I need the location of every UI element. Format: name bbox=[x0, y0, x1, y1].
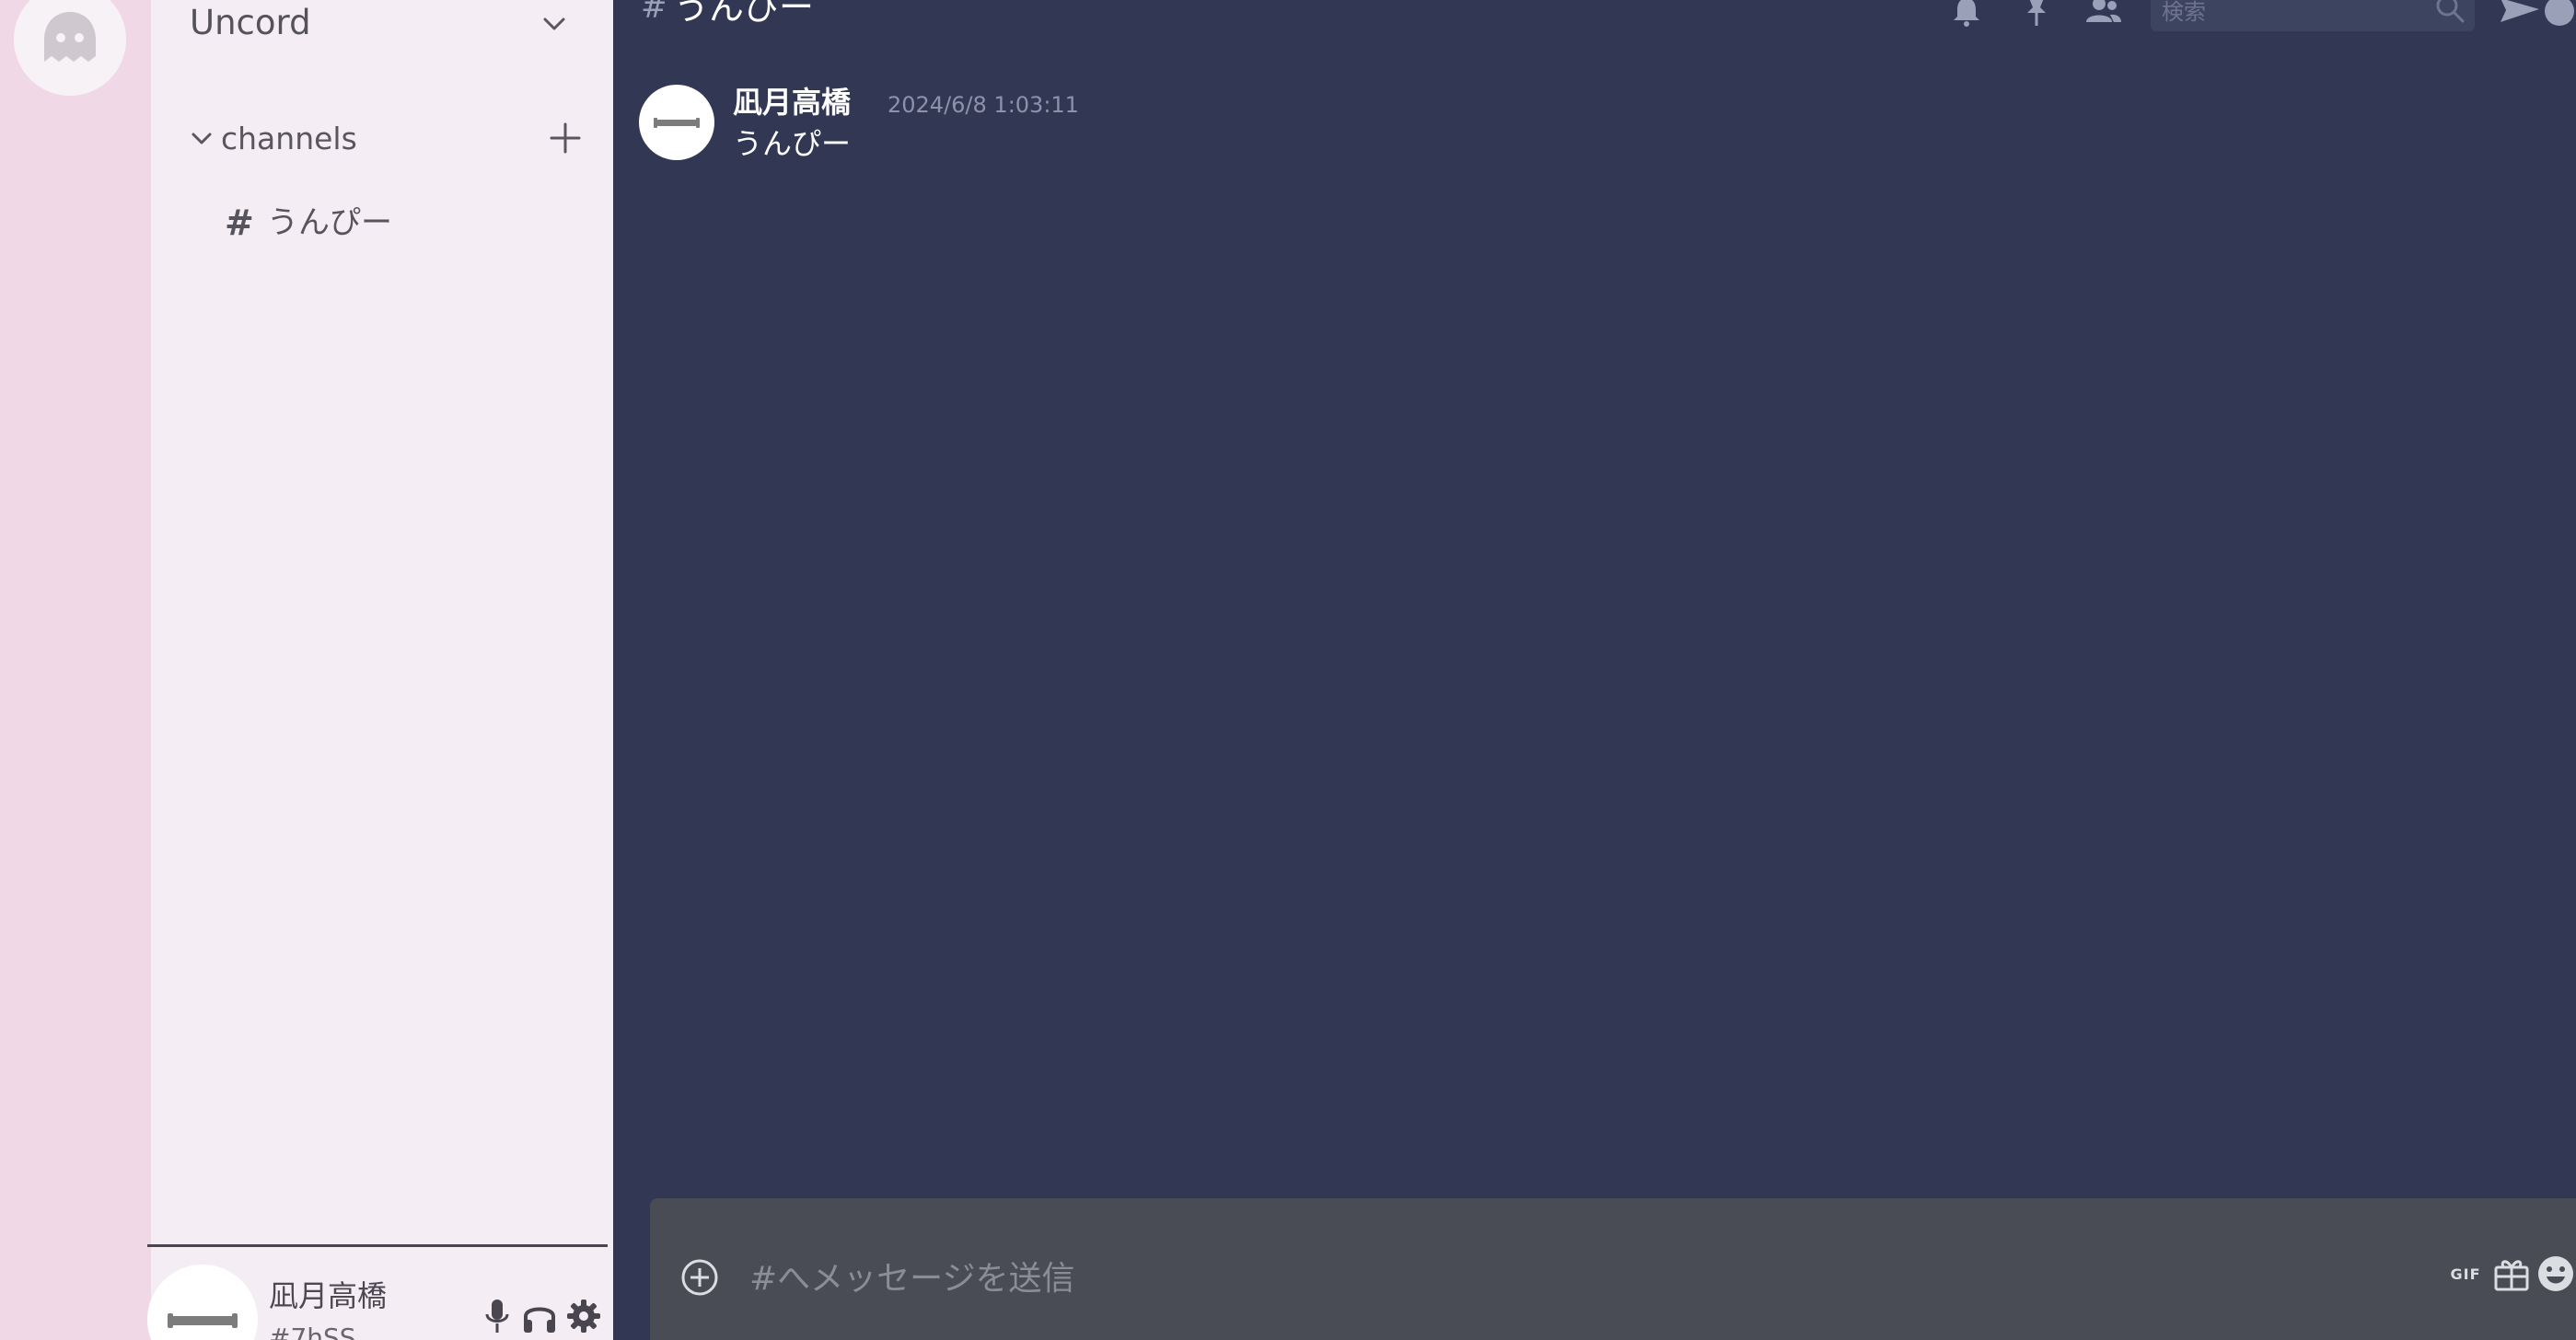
send-icon bbox=[2501, 0, 2539, 22]
gift-icon bbox=[2494, 1260, 2529, 1291]
sidebar-item-channel[interactable]: # うんぴー bbox=[215, 195, 584, 250]
mute-button[interactable] bbox=[477, 1296, 517, 1336]
message-composer: GIF bbox=[650, 1198, 2576, 1340]
user-name: 凪月高橋 bbox=[269, 1278, 388, 1313]
server-rail bbox=[0, 0, 151, 1340]
message-timestamp: 2024/6/8 1:03:11 bbox=[888, 92, 1079, 118]
hash-icon: # bbox=[641, 0, 667, 26]
channel-name: うんぴー bbox=[267, 204, 392, 241]
smile-icon bbox=[2538, 1256, 2573, 1291]
help-icon bbox=[2545, 0, 2574, 26]
add-attachment-icon[interactable] bbox=[679, 1257, 720, 1298]
message-author[interactable]: 凪月高橋 bbox=[733, 83, 851, 121]
category-label: channels bbox=[221, 121, 357, 156]
message: 凪月高橋 2024/6/8 1:03:11 うんぴー bbox=[639, 83, 1744, 166]
bell-icon bbox=[1954, 0, 1979, 27]
avatar[interactable] bbox=[639, 85, 714, 160]
user-tag: #7hSS bbox=[269, 1323, 356, 1340]
send-button[interactable] bbox=[2497, 0, 2543, 29]
server-icon[interactable] bbox=[14, 0, 126, 96]
gif-label: GIF bbox=[2450, 1265, 2481, 1283]
server-header[interactable]: Uncord bbox=[151, 0, 613, 55]
pin-icon bbox=[2027, 0, 2046, 26]
member-list-button[interactable] bbox=[2083, 0, 2123, 29]
ghost-icon bbox=[44, 12, 96, 62]
divider bbox=[147, 1244, 608, 1247]
search-icon[interactable] bbox=[2432, 0, 2469, 24]
hash-icon: # bbox=[225, 202, 254, 243]
pins-button[interactable] bbox=[2016, 0, 2057, 29]
emoji-button[interactable] bbox=[2535, 1252, 2576, 1296]
server-name: Uncord bbox=[190, 3, 311, 42]
microphone-icon bbox=[485, 1300, 509, 1333]
chat-header: # うんぴー bbox=[613, 0, 2576, 37]
add-channel-icon[interactable] bbox=[547, 120, 584, 156]
avatar[interactable] bbox=[147, 1265, 258, 1340]
gear-icon bbox=[567, 1300, 600, 1333]
chevron-down-icon[interactable] bbox=[538, 7, 571, 40]
search-input[interactable] bbox=[2160, 0, 2421, 29]
chevron-down-icon[interactable] bbox=[188, 125, 215, 153]
gif-button[interactable]: GIF bbox=[2447, 1252, 2484, 1296]
default-avatar-icon bbox=[168, 1313, 238, 1328]
message-input[interactable] bbox=[748, 1253, 2132, 1303]
search-box bbox=[2151, 0, 2475, 31]
headphones-icon bbox=[524, 1307, 555, 1333]
category-channels[interactable]: channels bbox=[151, 114, 613, 166]
default-avatar-icon bbox=[654, 118, 700, 128]
user-panel: 凪月高橋 #7hSS bbox=[147, 1248, 613, 1340]
members-icon bbox=[2086, 0, 2121, 22]
settings-button[interactable] bbox=[563, 1296, 604, 1336]
notifications-button[interactable] bbox=[1946, 0, 1987, 29]
message-text: うんぴー bbox=[733, 126, 852, 161]
gift-button[interactable] bbox=[2491, 1252, 2532, 1296]
channel-sidebar: Uncord channels # うんぴー bbox=[151, 0, 613, 1340]
channel-title: うんぴー bbox=[674, 0, 815, 28]
deafen-button[interactable] bbox=[519, 1296, 560, 1336]
help-button[interactable] bbox=[2543, 0, 2576, 29]
